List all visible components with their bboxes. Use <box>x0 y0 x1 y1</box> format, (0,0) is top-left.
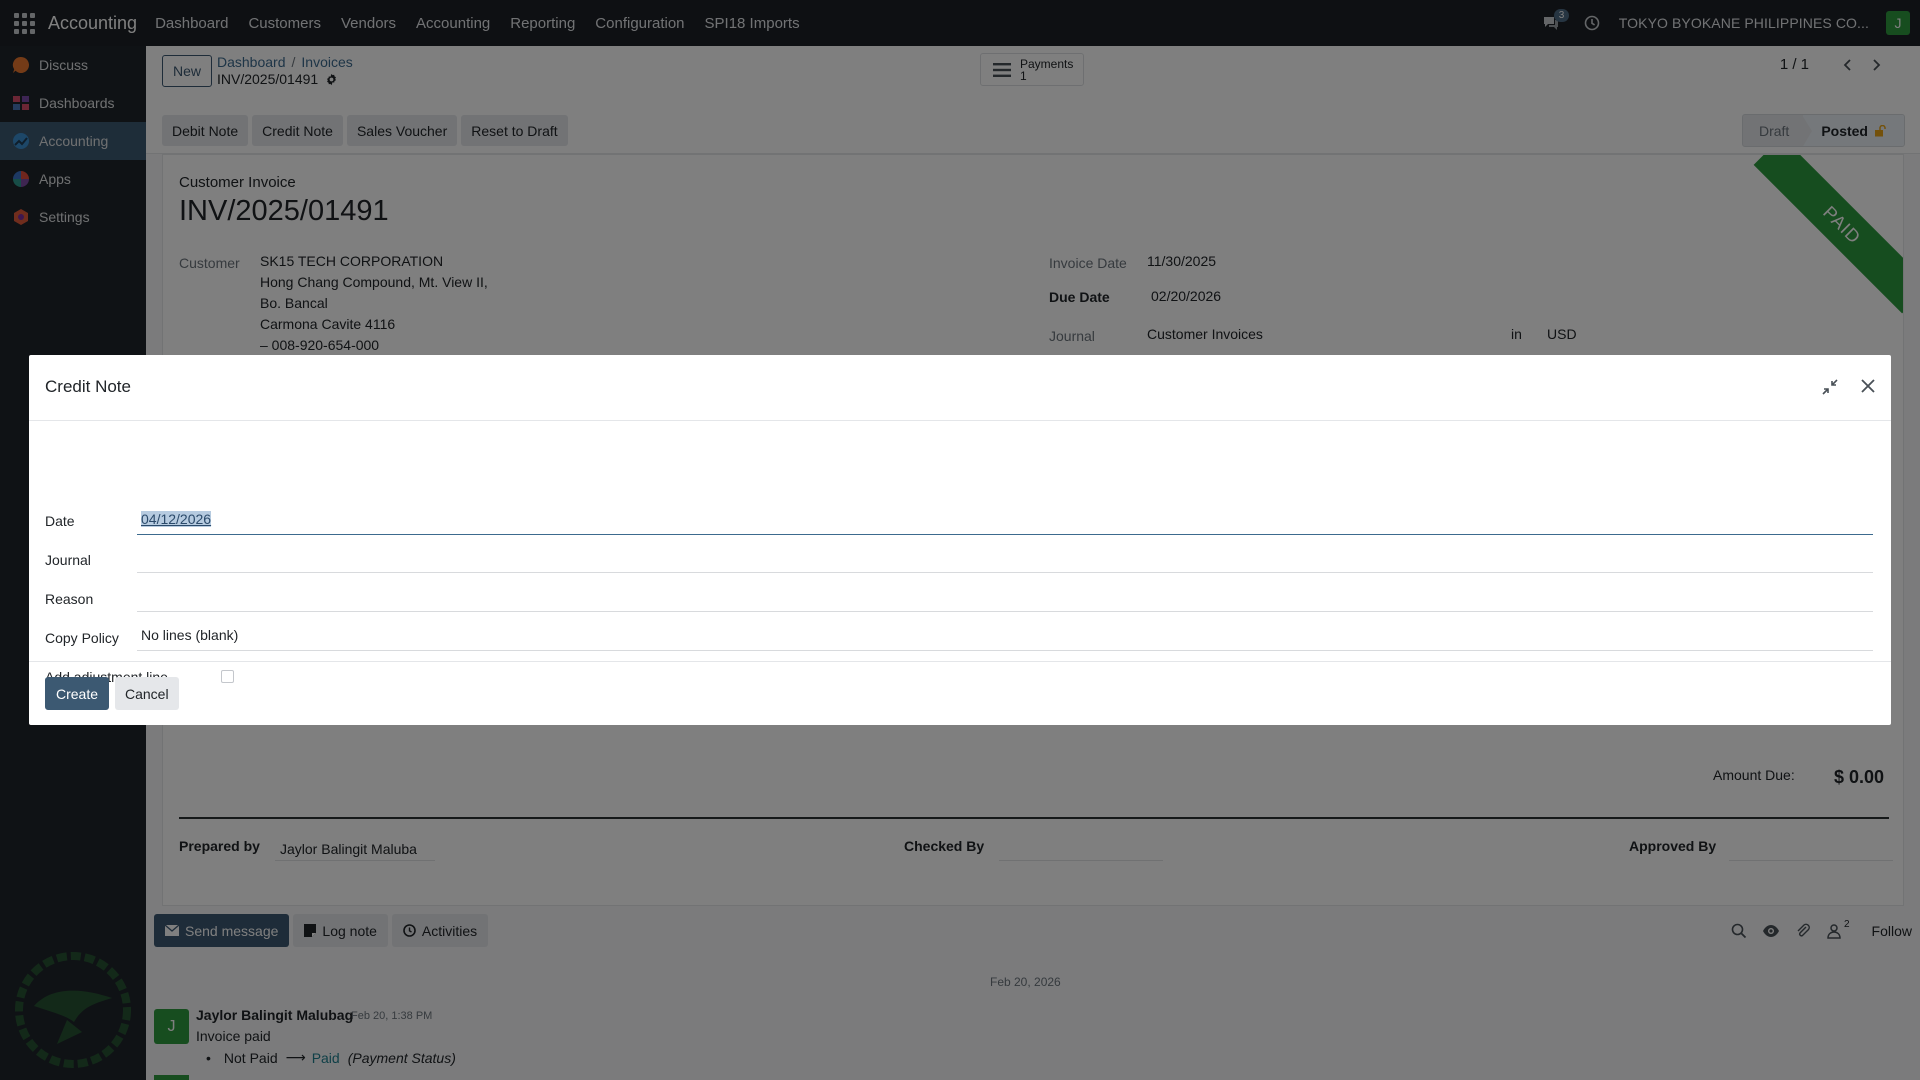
copy-policy-select[interactable]: No lines (blank) <box>137 621 1873 651</box>
credit-note-dialog: Credit Note Date 04/12/2026 Journal Reas… <box>29 355 1891 725</box>
journal-label: Journal <box>45 552 91 568</box>
create-button[interactable]: Create <box>45 677 110 710</box>
reason-label: Reason <box>45 591 94 607</box>
date-input-value: 04/12/2026 <box>141 511 212 527</box>
journal-input[interactable] <box>137 543 1873 573</box>
copy-policy-label: Copy Policy <box>45 630 119 646</box>
cancel-button[interactable]: Cancel <box>115 677 179 710</box>
dialog-title: Credit Note <box>45 377 131 396</box>
dialog-header: Credit Note <box>29 355 1891 421</box>
dialog-footer: Create Cancel <box>29 661 1891 725</box>
dialog-body: Date 04/12/2026 Journal Reason Copy Poli… <box>29 421 1891 685</box>
date-label: Date <box>45 513 75 529</box>
date-input[interactable]: 04/12/2026 <box>137 505 1873 535</box>
close-icon[interactable] <box>1859 377 1877 395</box>
reason-input[interactable] <box>137 582 1873 612</box>
compress-icon[interactable] <box>1821 378 1839 396</box>
